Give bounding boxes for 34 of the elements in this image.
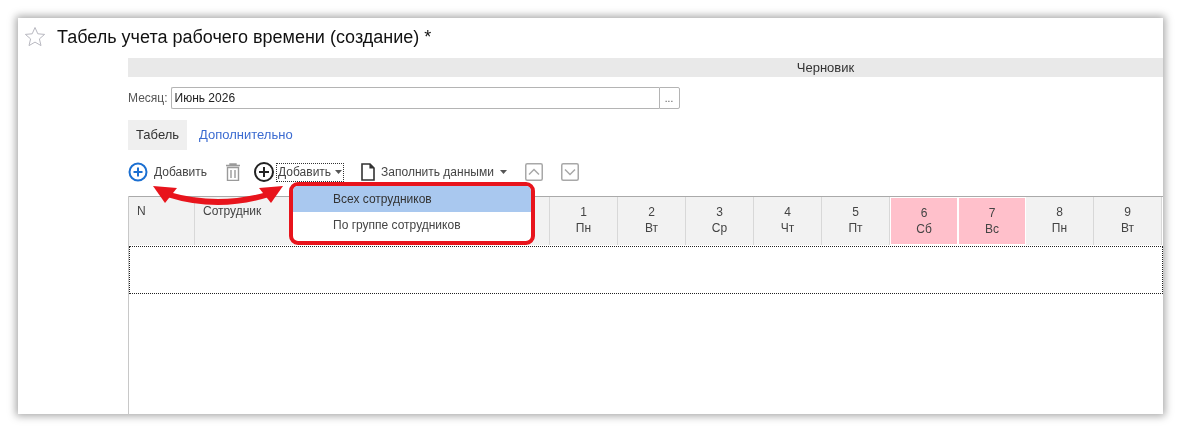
caret-icon (499, 170, 507, 174)
delete-button[interactable] (225, 160, 242, 184)
day-column-header: 6 Сб (890, 197, 958, 245)
day-column-header: 3 Ср (686, 197, 754, 245)
month-field[interactable]: Июнь 2026 (170, 87, 659, 109)
tab[interactable]: Дополнительно (191, 120, 301, 150)
select-button[interactable]: ... (658, 87, 680, 109)
caret-icon (335, 170, 343, 174)
star-icon[interactable] (24, 26, 46, 48)
status-bar: Черновик (128, 58, 1163, 77)
add-button[interactable]: Добавить (128, 160, 208, 184)
day-column-header: 2 Вт (618, 197, 686, 245)
move-down-button[interactable] (560, 160, 579, 184)
day-column-header: 1 Пн (550, 197, 618, 245)
window-title: Табель учета рабочего времени (создание) * (57, 26, 432, 48)
plus-circle-icon (128, 162, 148, 182)
document-icon (361, 163, 376, 181)
move-up-button[interactable] (524, 160, 543, 184)
day-column-header: 5 Пт (822, 197, 890, 245)
day-column-header: 9 Вт (1094, 197, 1162, 245)
menu-item[interactable]: По группе сотрудников (293, 212, 531, 238)
trash-icon (225, 163, 242, 181)
day-column-header: 4 Чт (754, 197, 822, 245)
day-column-header: 7 Вс (958, 197, 1026, 245)
fill-data-button[interactable]: Заполнить данными (361, 160, 507, 184)
menu-item[interactable]: Всех сотрудников (293, 186, 531, 212)
field-label: Месяц: (128, 91, 168, 105)
tab[interactable]: Табель (128, 120, 188, 150)
plus-circle-icon (253, 161, 276, 183)
day-column-header: 8 Пн (1026, 197, 1094, 245)
chevron-down-icon (560, 163, 579, 181)
add-menu-button[interactable]: Добавить (277, 163, 344, 181)
chevron-up-icon (524, 163, 543, 181)
column-header: N (129, 197, 195, 245)
